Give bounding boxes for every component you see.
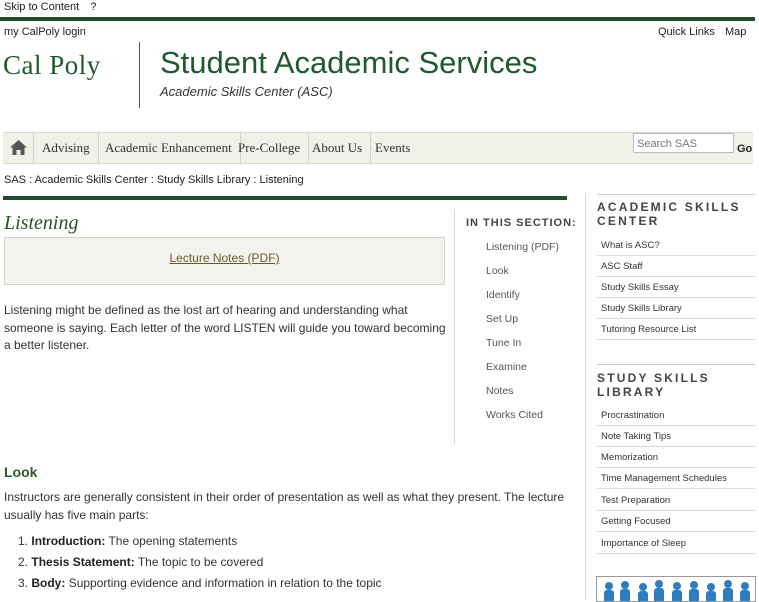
header-divider bbox=[139, 42, 140, 108]
look-heading: Look bbox=[4, 464, 38, 480]
in-this-section-heading: IN THIS SECTION: bbox=[466, 217, 577, 229]
heading-line: LIBRARY bbox=[597, 385, 666, 399]
heading-line: ACADEMIC SKILLS bbox=[597, 200, 741, 214]
students-silhouette-image[interactable] bbox=[596, 576, 756, 602]
section-nav-divider bbox=[454, 209, 455, 444]
breadcrumb: SAS : Academic Skills Center : Study Ski… bbox=[4, 174, 304, 186]
top-green-bar bbox=[0, 17, 755, 21]
section-link-identify[interactable]: Identify bbox=[486, 289, 520, 301]
heading-line: CENTER bbox=[597, 214, 660, 228]
sidebar-item-memorization[interactable]: Memorization bbox=[597, 447, 755, 468]
sidebar-item-tutoring-resource-list[interactable]: Tutoring Resource List bbox=[597, 319, 755, 340]
pdf-box: Lecture Notes (PDF) bbox=[4, 237, 445, 285]
section-link-notes[interactable]: Notes bbox=[486, 385, 513, 397]
list-item: 2. Thesis Statement: The topic to be cov… bbox=[18, 554, 382, 575]
nav-pre-college[interactable]: Pre-College bbox=[230, 133, 310, 163]
site-subtitle: Academic Skills Center (ASC) bbox=[160, 84, 333, 99]
content-green-bar bbox=[3, 196, 567, 200]
home-icon bbox=[10, 140, 27, 155]
skip-to-content-link[interactable]: Skip to Content bbox=[4, 1, 79, 13]
sidebar-item-asc-staff[interactable]: ASC Staff bbox=[597, 256, 755, 277]
intro-paragraph: Listening might be defined as the lost a… bbox=[4, 302, 446, 355]
list-term: Thesis Statement: bbox=[31, 555, 135, 569]
quick-links-link[interactable]: Quick Links bbox=[658, 26, 715, 38]
skip-links: Skip to Content ? bbox=[4, 1, 104, 13]
page-title: Listening bbox=[4, 212, 79, 234]
section-link-tune-in[interactable]: Tune In bbox=[486, 337, 521, 349]
search-go-button[interactable]: Go bbox=[737, 143, 752, 155]
look-paragraph: Instructors are generally consistent in … bbox=[4, 489, 564, 524]
list-term: Body: bbox=[31, 576, 66, 590]
home-button[interactable] bbox=[3, 133, 34, 163]
intro-line: someone is saying. Each letter of the wo… bbox=[4, 320, 446, 335]
intro-line: Listening might be defined as the lost a… bbox=[4, 303, 408, 317]
asc-sidebar-heading: ACADEMIC SKILLS CENTER bbox=[597, 200, 741, 228]
section-link-works-cited[interactable]: Works Cited bbox=[486, 409, 543, 421]
nav-about-us[interactable]: About Us bbox=[304, 133, 372, 163]
list-term: Introduction: bbox=[31, 534, 106, 548]
lecture-notes-pdf-link[interactable]: Lecture Notes (PDF) bbox=[5, 251, 444, 265]
list-text: Supporting evidence and information in r… bbox=[65, 576, 382, 590]
sidebar-rule bbox=[597, 364, 755, 365]
list-text: The opening statements bbox=[105, 534, 238, 548]
list-text: The topic to be covered bbox=[134, 555, 264, 569]
lecture-parts-list: 1. Introduction: The opening statements … bbox=[18, 533, 382, 596]
look-line: Instructors are generally consistent in … bbox=[4, 490, 565, 504]
section-link-set-up[interactable]: Set Up bbox=[486, 313, 518, 325]
nav-advising[interactable]: Advising bbox=[34, 133, 99, 163]
sidebar-rule bbox=[597, 194, 755, 195]
map-link[interactable]: Map bbox=[725, 26, 746, 38]
sidebar-divider bbox=[585, 193, 586, 600]
help-link[interactable]: ? bbox=[90, 1, 96, 13]
search-input[interactable]: Search SAS bbox=[633, 133, 734, 153]
section-link-look[interactable]: Look bbox=[486, 265, 509, 277]
heading-line: STUDY SKILLS bbox=[597, 371, 710, 385]
sidebar-item-test-preparation[interactable]: Test Preparation bbox=[597, 490, 755, 511]
sidebar-item-time-management[interactable]: Time Management Schedules bbox=[597, 468, 755, 489]
mycalpoly-login-link[interactable]: my CalPoly login bbox=[4, 26, 86, 38]
ssl-sidebar-heading: STUDY SKILLS LIBRARY bbox=[597, 371, 710, 399]
nav-events[interactable]: Events bbox=[367, 133, 418, 163]
site-title[interactable]: Student Academic Services bbox=[160, 45, 537, 81]
sidebar-item-study-skills-essay[interactable]: Study Skills Essay bbox=[597, 277, 755, 298]
list-item: 1. Introduction: The opening statements bbox=[18, 533, 382, 554]
sidebar-item-what-is-asc[interactable]: What is ASC? bbox=[597, 235, 755, 256]
list-number: 3. bbox=[18, 576, 29, 590]
sidebar-item-note-taking-tips[interactable]: Note Taking Tips bbox=[597, 426, 755, 447]
sidebar-item-procrastination[interactable]: Procrastination bbox=[597, 405, 755, 426]
section-link-listening-pdf[interactable]: Listening (PDF) bbox=[486, 241, 559, 253]
look-line: usually has five main parts: bbox=[4, 507, 149, 522]
sidebar-item-getting-focused[interactable]: Getting Focused bbox=[597, 511, 755, 532]
people-silhouette-icon bbox=[604, 580, 750, 601]
list-item: 3. Body: Supporting evidence and informa… bbox=[18, 575, 382, 596]
sidebar-item-importance-of-sleep[interactable]: Importance of Sleep bbox=[597, 533, 755, 554]
nav-academic-enhancement[interactable]: Academic Enhancement bbox=[97, 133, 241, 163]
sidebar-item-study-skills-library[interactable]: Study Skills Library bbox=[597, 298, 755, 319]
calpoly-logo[interactable]: Cal Poly bbox=[3, 50, 101, 81]
section-link-examine[interactable]: Examine bbox=[486, 361, 527, 373]
list-number: 2. bbox=[18, 555, 29, 569]
intro-line: a better listener. bbox=[4, 338, 90, 352]
list-number: 1. bbox=[18, 534, 29, 548]
